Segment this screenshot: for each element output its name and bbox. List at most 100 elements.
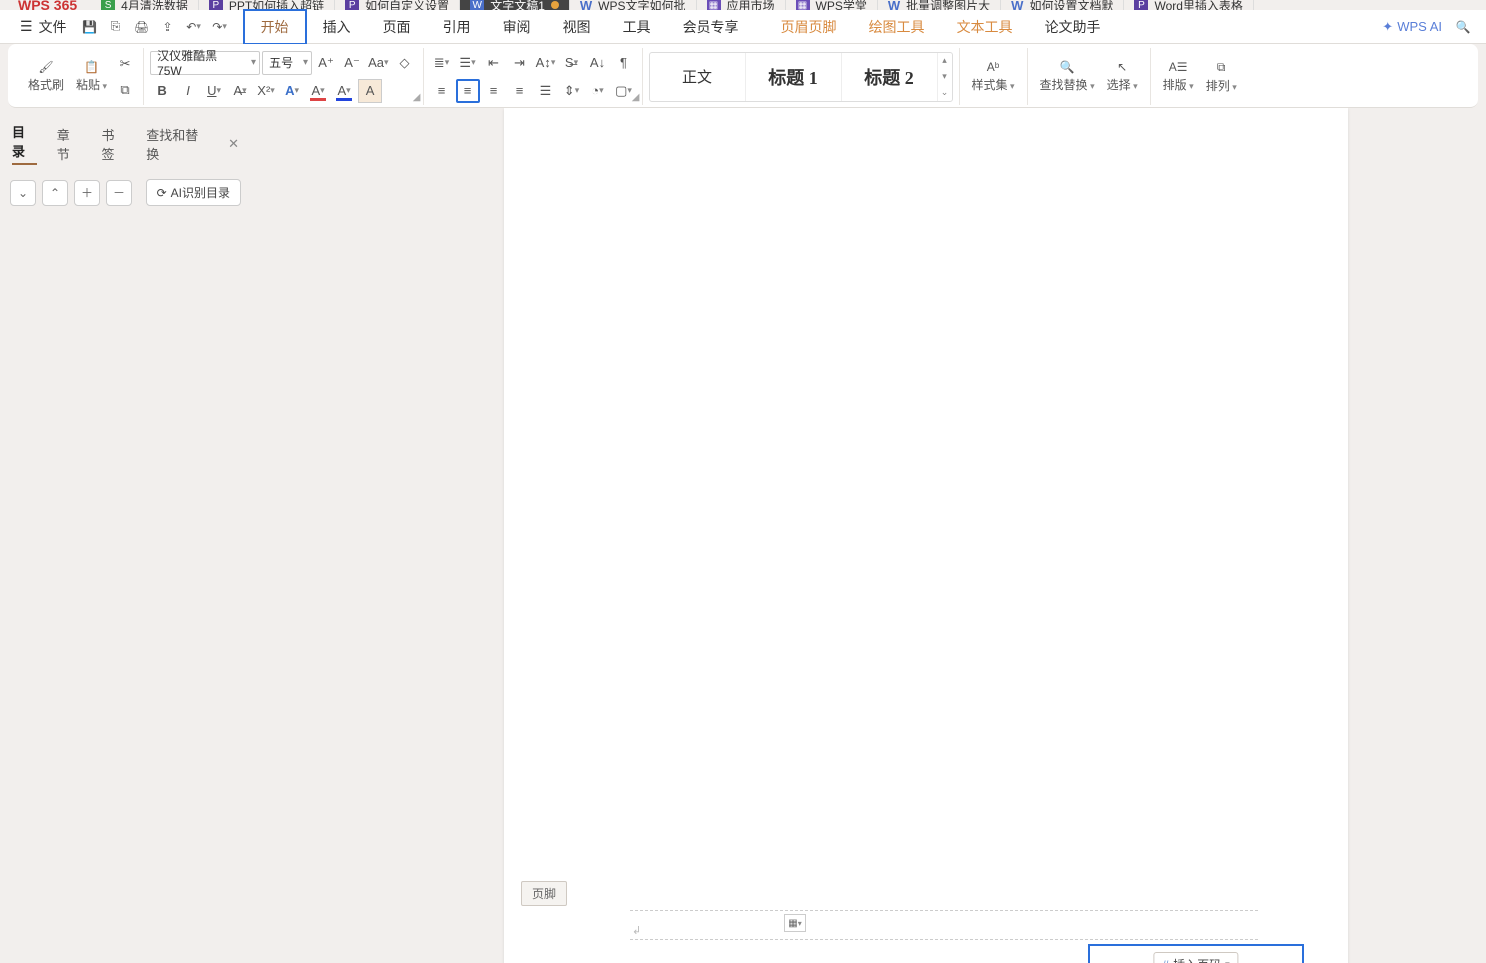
save-icon[interactable]: 💾 [77,14,103,40]
tab-item[interactable]: W如何设置文档默 [1001,0,1124,10]
align-right-button[interactable]: ≡ [482,79,506,103]
menu-header-footer[interactable]: 页眉页脚 [765,11,853,43]
sidebar-tab-bookmarks[interactable]: 书签 [102,125,127,163]
document-canvas[interactable]: 页脚 ▦ ↲ # 插入页码 工作项目↲ [252,108,1486,963]
search-icon[interactable]: 🔍 [1450,14,1476,40]
strikethrough-button[interactable]: A̶ [228,79,252,103]
print-icon[interactable]: 🖨 [129,14,155,40]
align-center-button[interactable]: ≡ [456,79,480,103]
menu-insert[interactable]: 插入 [307,11,367,43]
page-number-icon: # [1162,958,1169,963]
scissors-icon: ✂ [120,56,131,72]
increase-font-button[interactable]: A⁺ [314,51,338,75]
change-case-button[interactable]: Aa [366,51,390,75]
add-button[interactable]: ＋ [74,180,100,206]
close-icon[interactable]: ✕ [228,136,239,152]
menu-references[interactable]: 引用 [427,11,487,43]
text-direction-button[interactable]: A↕ [534,51,558,75]
style-heading1[interactable]: 标题 1 [746,53,842,101]
style-expand[interactable]: ⌄ [938,85,952,101]
tab-item[interactable]: P如何自定义设置 [335,0,460,10]
align-left-button[interactable]: ≡ [430,79,454,103]
menu-tools[interactable]: 工具 [607,11,667,43]
menu-home[interactable]: 开始 [243,9,307,45]
export-icon[interactable]: ⇪ [155,14,181,40]
cut-button[interactable]: ✂ [113,52,137,76]
undo-button[interactable]: ↶ [181,14,207,40]
tab-item[interactable]: S4月清洗数据 [91,0,199,10]
font-color-button[interactable]: A [332,79,356,103]
menu-thesis[interactable]: 论文助手 [1029,11,1117,43]
style-set-icon: Aᵇ [987,60,1000,74]
underline-button[interactable]: U [202,79,226,103]
show-marks-button[interactable]: ¶ [612,51,636,75]
menu-view[interactable]: 视图 [547,11,607,43]
menu-bar: ☰ 文件 💾 ⎘ 🖨 ⇪ ↶ ↷ 开始 插入 页面 引用 审阅 视图 工具 会员… [0,10,1486,44]
menu-vip[interactable]: 会员专享 [667,11,755,43]
font-dialog-launcher[interactable]: ◢ [413,92,421,103]
tab-item[interactable]: PWord里插入表格 [1124,0,1253,10]
format-painter-icon: 🖌 [38,60,53,74]
clear-format-button[interactable]: ◇ [393,51,417,75]
line-through-button[interactable]: S̶ [560,51,584,75]
decrease-font-button[interactable]: A⁻ [340,51,364,75]
menu-drawing-tools[interactable]: 绘图工具 [853,11,941,43]
font-size-select[interactable]: 五号 [262,51,312,75]
line-spacing-button[interactable]: ⇕ [560,79,584,103]
tab-item[interactable]: ▦WPS学堂 [786,0,878,10]
style-heading2[interactable]: 标题 2 [842,53,938,101]
sidebar-tab-find[interactable]: 查找和替换 [146,125,208,163]
paste-icon: 📋 [84,60,99,74]
style-set-button[interactable]: Aᵇ 样式集 [966,60,1021,93]
menu-text-tools[interactable]: 文本工具 [941,11,1029,43]
align-distribute-button[interactable]: ☰ [534,79,558,103]
style-scroll-down[interactable]: ▾ [938,69,952,85]
footer-editable-area[interactable] [630,910,1258,940]
style-normal[interactable]: 正文 [650,53,746,101]
highlight-color-button[interactable]: A [306,79,330,103]
increase-indent-button[interactable]: ⇥ [508,51,532,75]
expand-down-button[interactable]: ⌄ [10,180,36,206]
find-replace-button[interactable]: 🔍 查找替换 [1034,60,1101,93]
tab-label: 批量调整图片大 [906,0,990,10]
bullets-button[interactable]: ≣ [430,51,454,75]
arrange-button[interactable]: ⧉ 排列 [1200,60,1243,94]
copy-button[interactable]: ⧉ [113,78,137,102]
redo-button[interactable]: ↷ [207,14,233,40]
format-painter-button[interactable]: 🖌 格式刷 [22,60,70,93]
sort-button[interactable]: A↓ [586,51,610,75]
italic-button[interactable]: I [176,79,200,103]
align-justify-button[interactable]: ≡ [508,79,532,103]
footer-region-label: 页脚 [521,881,567,906]
superscript-button[interactable]: X² [254,79,278,103]
document-page[interactable]: 页脚 ▦ ↲ [504,108,1348,963]
menu-page[interactable]: 页面 [367,11,427,43]
tab-item[interactable]: W批量调整图片大 [878,0,1001,10]
sidebar-tab-chapters[interactable]: 章节 [57,125,82,163]
print-preview-icon[interactable]: ⎘ [103,14,129,40]
tab-item[interactable]: ▦应用市场 [697,0,786,10]
tab-label: WPS学堂 [816,0,867,10]
font-name-select[interactable]: 汉仪雅酷黑 75W [150,51,260,75]
text-effects-button[interactable]: A [280,79,304,103]
select-button[interactable]: ↖ 选择 [1101,60,1144,93]
collapse-up-button[interactable]: ⌃ [42,180,68,206]
numbering-button[interactable]: ☰ [456,51,480,75]
decrease-indent-button[interactable]: ⇤ [482,51,506,75]
layout-button[interactable]: A☰ 排版 [1157,60,1200,93]
ai-toc-button[interactable]: ⟳ AI识别目录 [146,179,241,206]
paragraph-dialog-launcher[interactable]: ◢ [632,92,640,103]
tab-item[interactable]: WWPS文字如何批 [570,0,697,10]
tab-item-active[interactable]: W文字文稿1 [460,0,570,10]
file-menu[interactable]: ☰ 文件 [10,13,77,41]
wps-ai-button[interactable]: ✦ WPS AI [1382,19,1442,35]
style-scroll-up[interactable]: ▴ [938,53,952,69]
char-shading-button[interactable]: A [358,79,382,103]
menu-review[interactable]: 审阅 [487,11,547,43]
paste-button[interactable]: 📋 粘贴 [70,60,113,93]
insert-page-number-button[interactable]: # 插入页码 [1153,952,1238,963]
shading-button[interactable]: ◔ [586,79,610,103]
remove-button[interactable]: － [106,180,132,206]
sidebar-tab-toc[interactable]: 目录 [12,122,37,165]
bold-button[interactable]: B [150,79,174,103]
